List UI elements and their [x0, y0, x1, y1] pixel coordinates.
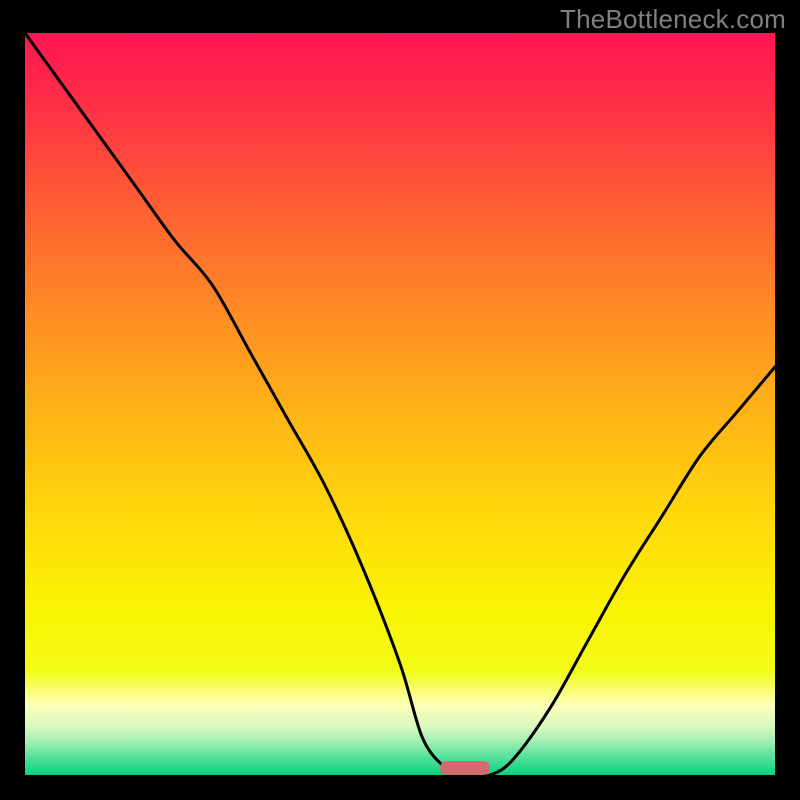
- bottleneck-curve: [25, 33, 775, 775]
- plot-area: [25, 33, 775, 775]
- target-marker-pill: [440, 761, 490, 775]
- chart-frame: TheBottleneck.com: [0, 0, 800, 800]
- watermark-text: TheBottleneck.com: [560, 4, 786, 35]
